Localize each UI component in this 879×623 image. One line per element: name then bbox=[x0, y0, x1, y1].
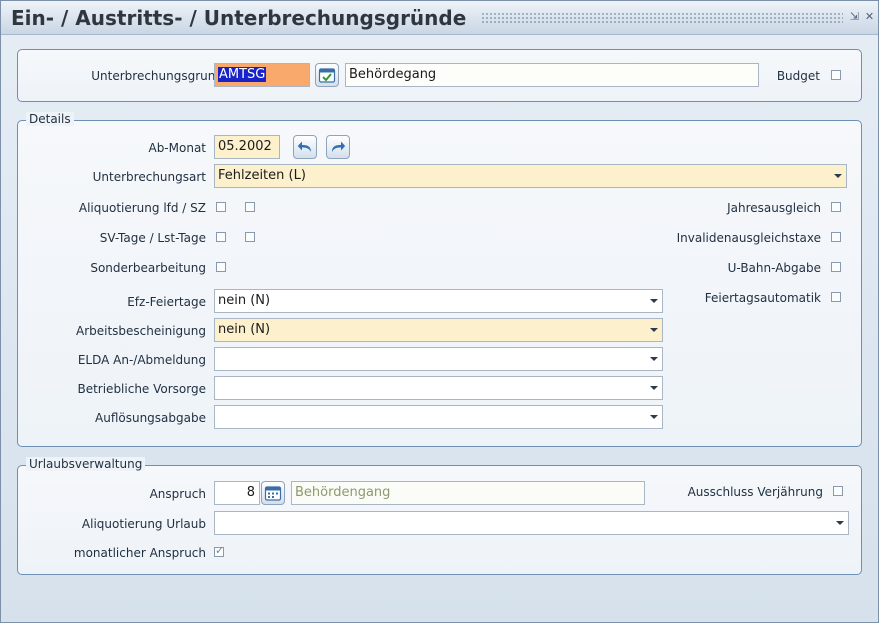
previous-month-button[interactable] bbox=[293, 135, 317, 159]
unterbrechungsart-value: Fehlzeiten (L) bbox=[218, 168, 306, 183]
lookup-button[interactable] bbox=[315, 63, 339, 87]
efz-feiertage-value: nein (N) bbox=[218, 293, 271, 308]
elda-label: ELDA An-/Abmeldung bbox=[77, 353, 206, 367]
top-panel: Unterbrechungsgrund AMTSG Behördegang Bu… bbox=[17, 49, 862, 102]
jahresausgleich-checkbox[interactable] bbox=[831, 202, 841, 212]
arbeitsbescheinigung-label: Arbeitsbescheinigung bbox=[76, 324, 206, 338]
efz-feiertage-select[interactable]: nein (N) bbox=[214, 289, 663, 313]
aufloesungsabgabe-label: Auflösungsabgabe bbox=[95, 411, 206, 425]
ausschluss-verjaehrung-checkbox[interactable] bbox=[833, 486, 843, 496]
aliquotierung-lfd-checkbox[interactable] bbox=[216, 202, 226, 212]
window-title: Ein- / Austritts- / Unterbrechungsgründe bbox=[11, 6, 467, 30]
svtage-label: SV-Tage / Lst-Tage bbox=[99, 231, 206, 245]
invalidenausgleichstaxe-checkbox[interactable] bbox=[831, 232, 841, 242]
arbeitsbescheinigung-value: nein (N) bbox=[218, 322, 271, 337]
invalidenausgleichstaxe-label: Invalidenausgleichstaxe bbox=[676, 231, 821, 245]
jahresausgleich-label: Jahresausgleich bbox=[727, 201, 821, 215]
sv-tage-checkbox[interactable] bbox=[216, 232, 226, 242]
code-value: AMTSG bbox=[218, 67, 267, 82]
budget-checkbox[interactable] bbox=[831, 70, 841, 80]
feiertagsautomatik-checkbox[interactable] bbox=[831, 292, 841, 302]
close-icon[interactable]: ✕ bbox=[863, 10, 876, 23]
calendar-icon bbox=[264, 486, 282, 501]
elda-select[interactable] bbox=[214, 347, 663, 371]
budget-label: Budget bbox=[776, 69, 820, 83]
chevron-down-icon[interactable] bbox=[832, 512, 848, 534]
ab-monat-value: 05.2002 bbox=[218, 139, 272, 154]
sonderbearbeitung-checkbox[interactable] bbox=[216, 262, 226, 272]
aliquotierung-urlaub-label: Aliquotierung Urlaub bbox=[81, 517, 206, 531]
ab-monat-input[interactable]: 05.2002 bbox=[214, 135, 280, 159]
anspruch-input[interactable]: 8 bbox=[214, 481, 260, 505]
urlaubsverwaltung-panel: Urlaubsverwaltung Anspruch 8 Behördengan… bbox=[17, 457, 862, 575]
efz-feiertage-label: Efz-Feiertage bbox=[127, 295, 206, 309]
ausschluss-verjaehrung-label: Ausschluss Verjährung bbox=[687, 485, 823, 499]
anspruch-description-input[interactable]: Behördengang bbox=[291, 481, 645, 505]
chevron-down-icon[interactable] bbox=[646, 377, 662, 399]
chevron-down-icon[interactable] bbox=[646, 406, 662, 428]
betriebliche-vorsorge-label: Betriebliche Vorsorge bbox=[77, 382, 206, 396]
ubahn-abgabe-checkbox[interactable] bbox=[831, 262, 841, 272]
anspruch-label: Anspruch bbox=[149, 487, 206, 501]
aliquotierung-sz-checkbox[interactable] bbox=[245, 202, 255, 212]
title-bar: Ein- / Austritts- / Unterbrechungsgründe… bbox=[1, 1, 878, 35]
chevron-down-icon[interactable] bbox=[646, 348, 662, 370]
monatlicher-anspruch-label: monatlicher Anspruch bbox=[73, 546, 206, 560]
calendar-check-icon bbox=[318, 68, 336, 83]
betriebliche-vorsorge-select[interactable] bbox=[214, 376, 663, 400]
details-legend: Details bbox=[26, 112, 74, 126]
aliquotierung-urlaub-select[interactable] bbox=[214, 511, 849, 535]
lst-tage-checkbox[interactable] bbox=[245, 232, 255, 242]
next-month-button[interactable] bbox=[326, 135, 350, 159]
feiertagsautomatik-label: Feiertagsautomatik bbox=[704, 291, 821, 305]
details-panel: Details Ab-Monat 05.2002 Unterbrechungsa… bbox=[17, 112, 862, 447]
aufloesungsabgabe-select[interactable] bbox=[214, 405, 663, 429]
ab-monat-label: Ab-Monat bbox=[148, 141, 206, 155]
arbeitsbescheinigung-select[interactable]: nein (N) bbox=[214, 318, 663, 342]
anspruch-lookup-button[interactable] bbox=[261, 481, 285, 505]
unterbrechungsgrund-code-input[interactable]: AMTSG bbox=[214, 63, 310, 87]
ubahn-abgabe-label: U-Bahn-Abgabe bbox=[727, 261, 821, 275]
window: Ein- / Austritts- / Unterbrechungsgründe… bbox=[0, 0, 879, 623]
anspruch-value: 8 bbox=[246, 485, 255, 500]
urlaubsverwaltung-legend: Urlaubsverwaltung bbox=[26, 457, 146, 471]
unterbrechungsart-select[interactable]: Fehlzeiten (L) bbox=[214, 164, 847, 188]
unterbrechungsgrund-description-input[interactable]: Behördegang bbox=[345, 63, 759, 87]
sonderbearbeitung-label: Sonderbearbeitung bbox=[90, 261, 206, 275]
anspruch-description-value: Behördengang bbox=[295, 485, 391, 500]
monatlicher-anspruch-checkbox[interactable] bbox=[214, 544, 224, 557]
description-value: Behördegang bbox=[349, 67, 437, 82]
minimize-icon[interactable]: ⇲ bbox=[848, 10, 861, 23]
aliquotierung-label: Aliquotierung lfd / SZ bbox=[78, 201, 206, 215]
unterbrechungsgrund-label: Unterbrechungsgrund bbox=[91, 69, 223, 83]
chevron-down-icon[interactable] bbox=[830, 165, 846, 187]
chevron-down-icon[interactable] bbox=[646, 319, 662, 341]
arrow-left-icon bbox=[297, 141, 311, 152]
unterbrechungsart-label: Unterbrechungsart bbox=[92, 170, 206, 184]
arrow-right-icon bbox=[332, 141, 346, 152]
chevron-down-icon[interactable] bbox=[646, 290, 662, 312]
title-bar-pattern bbox=[481, 12, 843, 23]
